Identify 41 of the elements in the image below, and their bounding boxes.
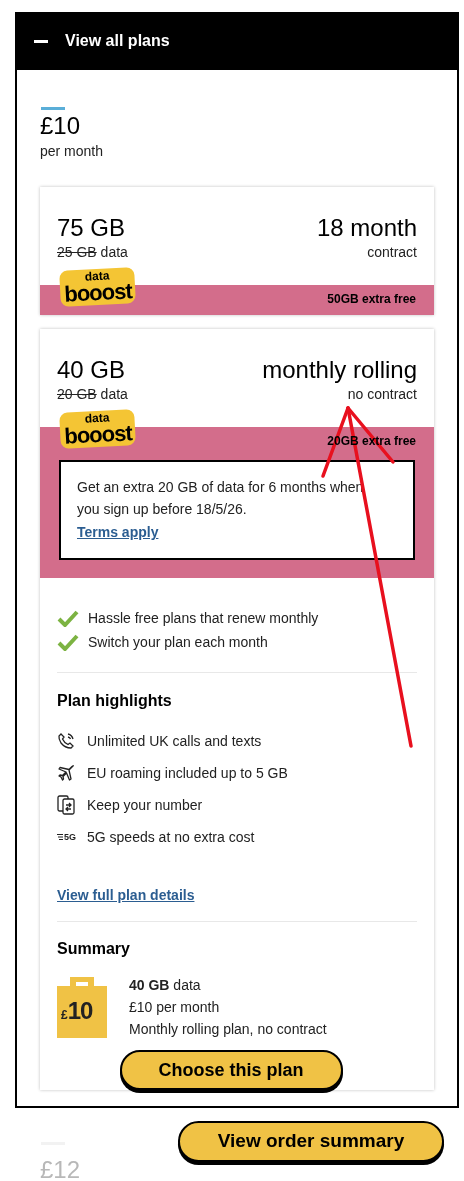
plan-card[interactable]: 75 GB 25 GB data 18 month contract data booost 50GB extra free — [40, 187, 434, 315]
extra-data-label: 50GB extra free — [327, 291, 416, 308]
contract-note: contract — [366, 243, 417, 261]
contract-note: no contract — [346, 385, 417, 403]
benefit-text: Switch your plan each month — [88, 632, 268, 652]
price-period: per month — [40, 142, 105, 161]
plan-price: £12 — [40, 1155, 81, 1181]
data-note: 20 GB data — [57, 385, 128, 403]
check-icon — [57, 609, 79, 627]
offer-text: Get an extra 20 GB of data for 6 months when you sign up before 18/5/26. — [77, 478, 365, 519]
plan-card[interactable] — [40, 329, 434, 1090]
header-bar[interactable]: View all plans — [17, 12, 457, 70]
phone-transfer-icon — [57, 795, 75, 815]
plane-icon — [57, 764, 75, 782]
data-amount: 75 GB — [57, 213, 127, 243]
plan-details-link[interactable]: View full plan details — [57, 885, 195, 905]
phone-icon — [57, 732, 75, 750]
terms-link[interactable]: Terms apply — [77, 524, 159, 540]
highlight-text: EU roaming included up to 5 GB — [87, 763, 288, 783]
summary-text: 40 GB data — [129, 976, 202, 995]
header-title: View all plans — [65, 31, 170, 51]
extra-data-label: 20GB extra free — [327, 433, 416, 450]
section-heading: Summary — [57, 939, 131, 959]
view-order-summary-button[interactable]: View order summary — [178, 1121, 444, 1162]
check-icon — [57, 633, 79, 651]
choose-plan-button[interactable]: Choose this plan — [119, 1050, 343, 1090]
data-boost-logo: data booost — [59, 409, 137, 449]
accent-bar — [41, 107, 65, 110]
contract-term: monthly rolling — [262, 355, 417, 385]
data-note: 25 GB data — [57, 243, 128, 261]
highlight-text: Keep your number — [87, 795, 203, 815]
contract-term: 18 month — [316, 213, 417, 243]
plan-price: £10 — [40, 111, 82, 141]
benefit-text: Hassle free plans that renew monthly — [88, 608, 319, 628]
summary-text: Monthly rolling plan, no contract — [129, 1020, 327, 1039]
data-boost-logo: data booost — [59, 267, 137, 307]
data-amount: 40 GB — [57, 355, 127, 385]
highlight-text: 5G speeds at no extra cost — [87, 827, 255, 847]
summary-text: £10 per month — [129, 998, 221, 1017]
section-heading: Plan highlights — [57, 691, 173, 711]
highlight-text: Unlimited UK calls and texts — [87, 731, 262, 751]
